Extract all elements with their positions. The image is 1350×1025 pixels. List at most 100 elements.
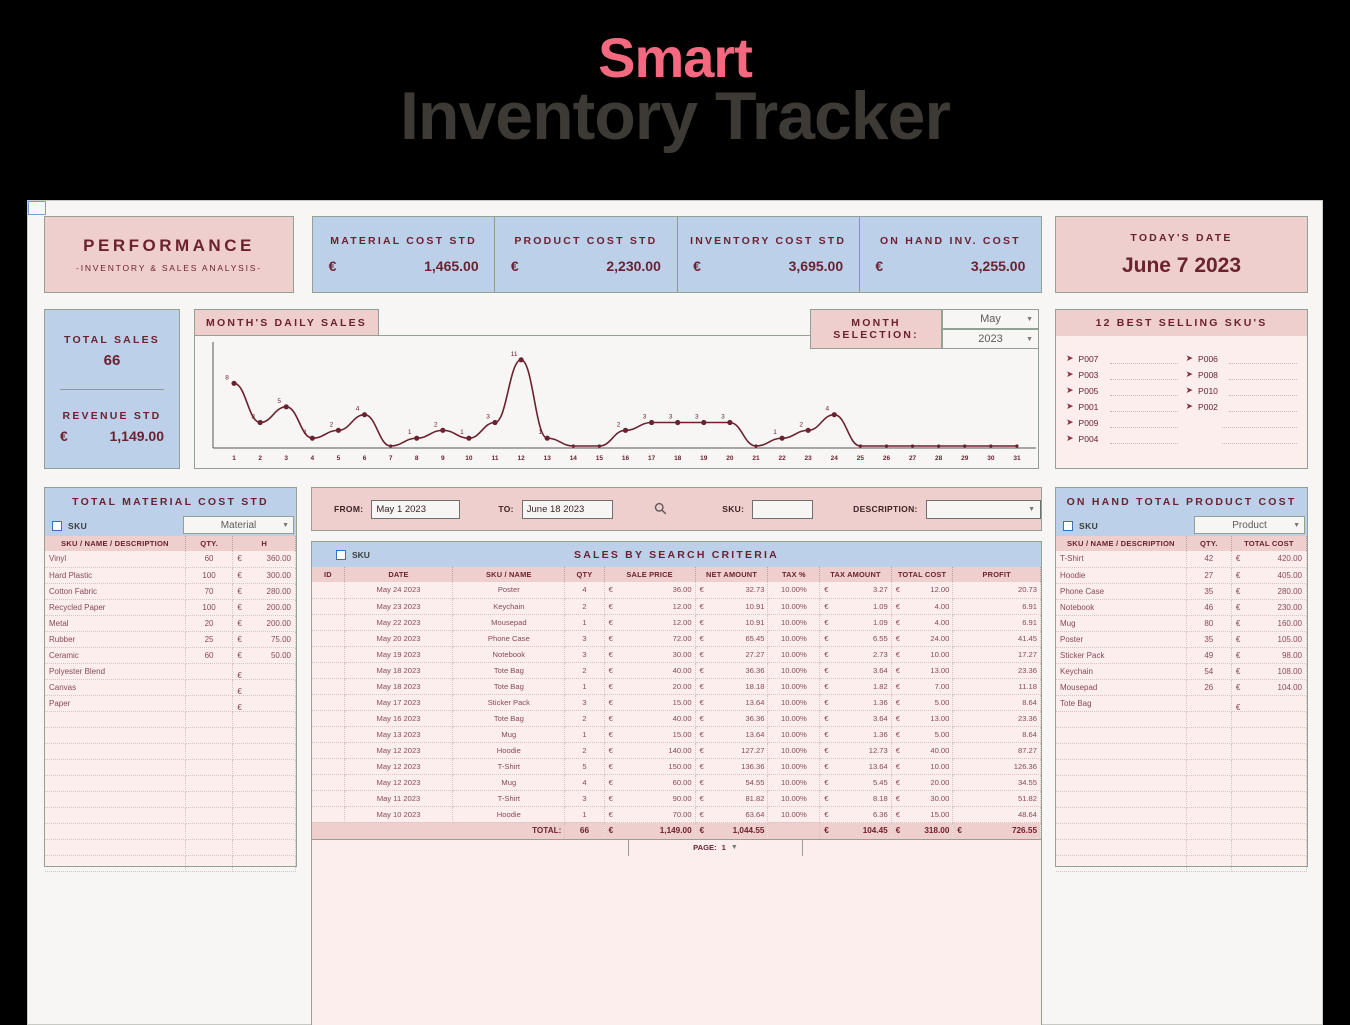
table-row[interactable]: May 13 2023 Mug 1 €15.00 €13.64 10.00% €1.36 €5… <box>312 726 1041 743</box>
description-select[interactable]: ▼ <box>925 499 1041 519</box>
table-row[interactable]: Mousepad 26 €104.00 <box>1056 679 1308 696</box>
table-row[interactable]: May 11 2023 T-Shirt 3 €90.00 €81.82 10.00% €8.… <box>312 790 1041 807</box>
best-selling-item[interactable]: ➤ P004 <box>1066 428 1178 444</box>
data-point-label: 2 <box>330 421 334 428</box>
table-row[interactable]: Cotton Fabric 70 €280.00 <box>45 583 296 600</box>
table-row[interactable]: Hard Plastic 100 €300.00 <box>45 567 296 584</box>
table-row-empty[interactable] <box>1056 839 1308 856</box>
cell-sku-name: Hoodie <box>452 742 566 759</box>
best-selling-item[interactable]: ➤ P002 <box>1186 396 1297 412</box>
table-row-empty[interactable] <box>45 807 296 824</box>
sku-checkbox[interactable] <box>52 520 62 531</box>
table-row[interactable]: May 12 2023 Mug 4 €60.00 €54.55 10.00% €5.45 €2… <box>312 774 1041 791</box>
table-row[interactable]: May 12 2023 Hoodie 2 €140.00 €127.27 10.00% €1… <box>312 742 1041 759</box>
table-row-empty[interactable] <box>1056 743 1308 760</box>
data-point-label: 3 <box>721 414 725 421</box>
cell-net-amount: €13.64 <box>695 694 769 711</box>
table-row[interactable]: Phone Case 35 €280.00 <box>1056 583 1308 600</box>
table-row[interactable]: Polyester Blend € <box>45 663 296 680</box>
best-selling-item[interactable]: ➤ P009 <box>1066 412 1178 428</box>
month-selection-label: MONTH SELECTION: <box>833 317 919 341</box>
chevron-down-icon[interactable]: ▼ <box>731 844 738 851</box>
table-row[interactable]: Paper € <box>45 695 296 712</box>
underline <box>1109 369 1178 380</box>
table-row-empty[interactable] <box>1056 823 1308 840</box>
table-row[interactable]: May 20 2023 Phone Case 3 €72.00 €65.45 10.00%… <box>312 630 1041 647</box>
table-row-empty[interactable] <box>1056 727 1308 744</box>
table-row[interactable]: Sticker Pack 49 €98.00 <box>1056 647 1308 664</box>
table-row[interactable]: T-Shirt 42 €420.00 <box>1056 551 1308 568</box>
table-row[interactable]: Poster 35 €105.00 <box>1056 631 1308 648</box>
currency-symbol: € <box>699 809 704 819</box>
table-row-empty[interactable] <box>45 743 296 760</box>
table-row[interactable]: Mug 80 €160.00 <box>1056 615 1308 632</box>
table-row[interactable]: Vinyl 60 €360.00 <box>45 551 296 568</box>
best-selling-item[interactable] <box>1186 428 1297 444</box>
table-row[interactable]: May 23 2023 Keychain 2 €12.00 €10.91 10.00% €1… <box>312 598 1041 615</box>
cell-empty <box>1056 791 1187 808</box>
search-icon[interactable]: ⚲ <box>649 498 671 520</box>
table-row-empty[interactable] <box>1056 775 1308 792</box>
kpi-value: 1,465.00 <box>424 258 479 274</box>
table-row[interactable]: Notebook 46 €230.00 <box>1056 599 1308 616</box>
table-row-empty[interactable] <box>45 711 296 728</box>
best-selling-item[interactable]: ➤ P006 <box>1186 348 1297 364</box>
year-select[interactable]: 2023 ▼ <box>942 329 1039 349</box>
table-row-empty[interactable] <box>1056 759 1308 776</box>
table-row-empty[interactable] <box>1056 855 1308 872</box>
table-row[interactable]: May 18 2023 Tote Bag 1 €20.00 €18.18 10.00% €1… <box>312 678 1041 695</box>
cell-qty: 35 <box>1186 583 1232 600</box>
currency-symbol: € <box>699 681 704 691</box>
best-selling-item[interactable]: ➤ P007 <box>1066 348 1178 364</box>
table-row[interactable]: Hoodie 27 €405.00 <box>1056 567 1308 584</box>
best-selling-item[interactable]: ➤ P010 <box>1186 380 1297 396</box>
table-row[interactable]: Metal 20 €200.00 <box>45 615 296 632</box>
from-date-input[interactable]: May 1 2023 <box>371 499 461 519</box>
table-row[interactable]: May 16 2023 Tote Bag 2 €40.00 €36.36 10.00% €3… <box>312 710 1041 727</box>
cell-net-amount: €65.45 <box>695 630 769 647</box>
table-row-empty[interactable] <box>1056 791 1308 808</box>
page-number: 1 <box>721 843 726 852</box>
sku-checkbox[interactable] <box>1063 520 1073 531</box>
month-select[interactable]: May ▼ <box>942 309 1039 329</box>
table-row[interactable]: May 18 2023 Tote Bag 2 €40.00 €36.36 10.00% €3… <box>312 662 1041 679</box>
to-date-input[interactable]: June 18 2023 <box>521 499 613 519</box>
product-filter-select[interactable]: Product ▼ <box>1194 516 1305 534</box>
cell-empty <box>1231 839 1308 856</box>
best-selling-item[interactable]: ➤ P008 <box>1186 364 1297 380</box>
table-row-empty[interactable] <box>45 855 296 872</box>
sku-checkbox[interactable] <box>336 549 346 560</box>
table-row[interactable]: Rubber 25 €75.00 <box>45 631 296 648</box>
product-header-row: SKU / NAME / DESCRIPTION QTY. TOTAL COST <box>1056 536 1308 551</box>
table-row[interactable]: Canvas € <box>45 679 296 696</box>
table-row-empty[interactable] <box>45 791 296 808</box>
currency-symbol: € <box>608 793 613 803</box>
best-selling-item[interactable]: ➤ P003 <box>1066 364 1178 380</box>
table-row[interactable]: May 24 2023 Poster 4 €36.00 €32.73 10.00% €3.2… <box>312 582 1041 599</box>
sheet-corner-cell[interactable] <box>28 201 46 215</box>
table-row[interactable]: May 10 2023 Hoodie 1 €70.00 €63.64 10.00% €6.3… <box>312 806 1041 823</box>
table-row-empty[interactable] <box>45 727 296 744</box>
table-row-empty[interactable] <box>45 839 296 856</box>
table-row-empty[interactable] <box>45 823 296 840</box>
table-row[interactable]: May 22 2023 Mousepad 1 €12.00 €10.91 10.00% €1… <box>312 614 1041 631</box>
sku-input[interactable] <box>752 499 814 519</box>
table-row-empty[interactable] <box>45 759 296 776</box>
currency-symbol: € <box>824 617 829 627</box>
table-row[interactable]: Recycled Paper 100 €200.00 <box>45 599 296 616</box>
table-row[interactable]: May 17 2023 Sticker Pack 3 €15.00 €13.64 10.0… <box>312 694 1041 711</box>
product-rows: T-Shirt 42 €420.00 Hoodie 27 €405.00 Phone Cas… <box>1056 551 1308 872</box>
table-row-empty[interactable] <box>45 775 296 792</box>
best-selling-item[interactable] <box>1186 412 1297 428</box>
table-row-empty[interactable] <box>1056 807 1308 824</box>
best-selling-item[interactable]: ➤ P005 <box>1066 380 1178 396</box>
cell-total-cost: €7.00 <box>891 678 954 695</box>
table-row[interactable]: Tote Bag € <box>1056 695 1308 712</box>
table-row[interactable]: May 19 2023 Notebook 3 €30.00 €27.27 10.00% €2… <box>312 646 1041 663</box>
table-row[interactable]: Keychain 54 €108.00 <box>1056 663 1308 680</box>
table-row-empty[interactable] <box>1056 711 1308 728</box>
table-row[interactable]: Ceramic 60 €50.00 <box>45 647 296 664</box>
best-selling-item[interactable]: ➤ P001 <box>1066 396 1178 412</box>
table-row[interactable]: May 12 2023 T-Shirt 5 €150.00 €136.36 10.00% €… <box>312 758 1041 775</box>
material-filter-select[interactable]: Material ▼ <box>183 516 294 534</box>
